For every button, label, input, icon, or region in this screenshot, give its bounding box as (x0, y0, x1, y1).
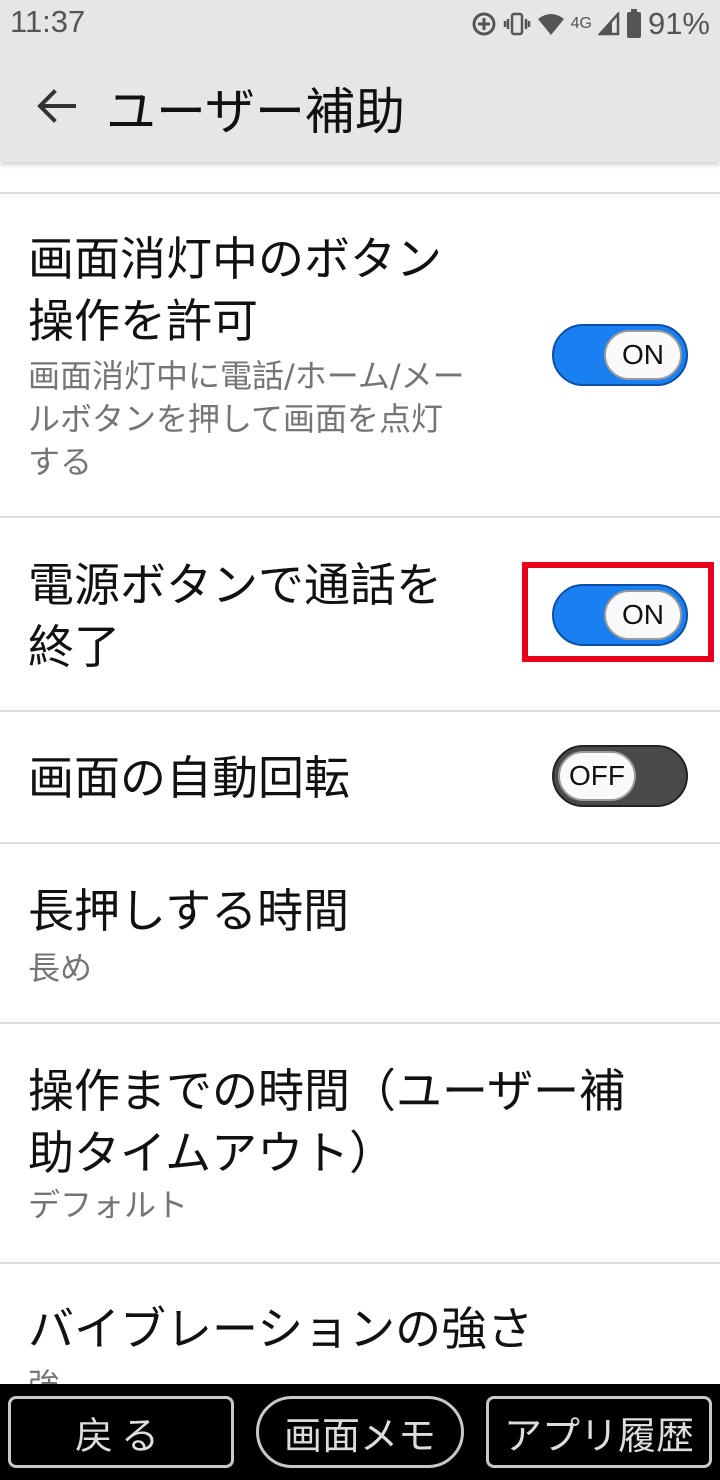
toggle-switch[interactable]: ON (552, 324, 688, 386)
app-bar: ユーザー補助 (0, 50, 720, 162)
vibrate-icon (503, 11, 531, 37)
setting-allow-buttons-screen-off[interactable]: 画面消灯中のボタン 操作を許可 画面消灯中に電話/ホーム/メー ルボタンを押して… (0, 194, 720, 516)
setting-summary: 強 (28, 1364, 60, 1384)
setting-title: 長押しする時間 (28, 884, 350, 938)
highlight-box (522, 562, 714, 662)
setting-long-press-delay[interactable]: 長押しする時間 長め (0, 844, 720, 1022)
setting-summary: 長め (28, 949, 93, 987)
settings-list[interactable]: 画面消灯中のボタン 操作を許可 画面消灯中に電話/ホーム/メー ルボタンを押して… (0, 162, 720, 1384)
toggle-knob: ON (604, 330, 682, 380)
page-title: ユーザー補助 (106, 83, 405, 141)
arrow-left-icon (37, 89, 76, 123)
battery-icon (626, 9, 642, 39)
setting-summary: 画面消灯中に電話/ホーム/メー ルボタンを押して画面を点灯 する (28, 357, 465, 481)
setting-vibration-strength[interactable]: バイブレーションの強さ 強 (0, 1264, 720, 1384)
status-icons: 4G 91% (471, 6, 710, 42)
toggle-knob: OFF (558, 751, 636, 801)
wifi-icon (537, 12, 565, 36)
setting-title: バイブレーションの強さ (28, 1302, 534, 1356)
setting-title: 操作までの時間（ユーザー補 助タイムアウト） (28, 1064, 626, 1180)
setting-title: 電源ボタンで通話を 終了 (28, 558, 442, 674)
status-bar: 11:37 4G 91% (0, 0, 720, 50)
screen-memo-button[interactable]: 画面メモ (256, 1396, 464, 1468)
toggle-switch[interactable]: OFF (552, 745, 688, 807)
back-button[interactable] (26, 80, 86, 132)
app-history-button[interactable]: アプリ履歴 (486, 1396, 712, 1468)
setting-title: 画面の自動回転 (28, 751, 350, 805)
setting-summary: デフォルト (28, 1186, 189, 1224)
battery-percent: 91% (647, 6, 710, 41)
setting-title: 画面消灯中のボタン 操作を許可 (28, 232, 442, 348)
network-type-label: 4G (570, 15, 592, 32)
data-saver-icon (471, 11, 497, 37)
cell-signal-icon (597, 12, 620, 36)
back-nav-button[interactable]: 戻る (8, 1396, 234, 1468)
bottom-bar: 戻る 画面メモ アプリ履歴 (0, 1384, 720, 1480)
status-time: 11:37 (10, 4, 86, 39)
setting-auto-rotate[interactable]: 画面の自動回転 OFF (0, 712, 720, 842)
setting-accessibility-timeout[interactable]: 操作までの時間（ユーザー補 助タイムアウト） デフォルト (0, 1024, 720, 1262)
